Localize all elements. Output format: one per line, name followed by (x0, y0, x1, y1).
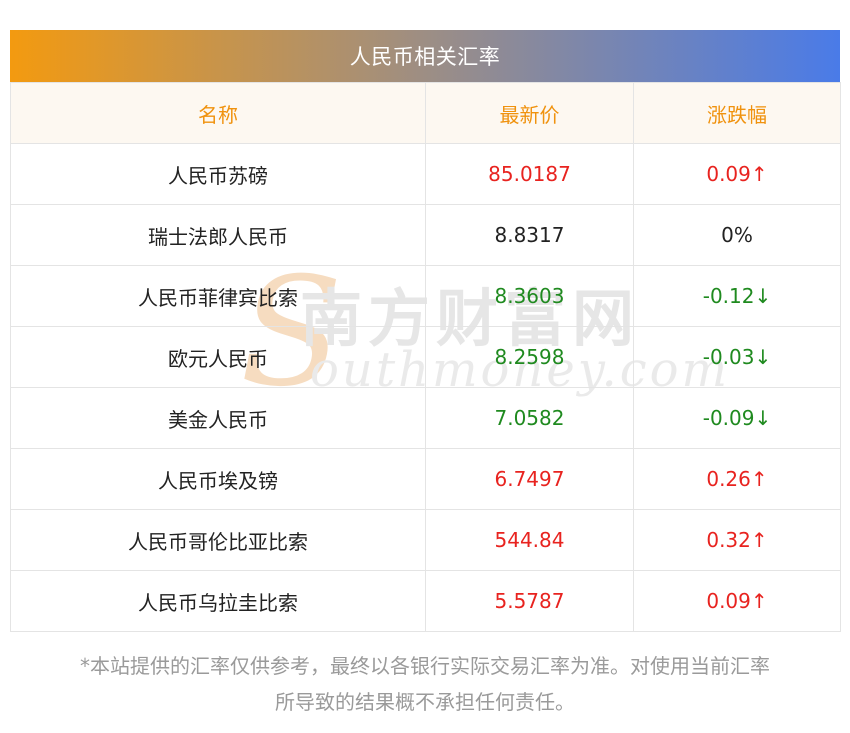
latest-price: 5.5787 (425, 570, 634, 632)
table-row: 人民币埃及镑 6.7497 0.26↑ (10, 448, 841, 510)
latest-price: 6.7497 (425, 448, 634, 510)
column-header-price: 最新价 (425, 82, 634, 144)
table-row: 美金人民币 7.0582 -0.09↓ (10, 387, 841, 449)
disclaimer-line-1: *本站提供的汇率仅供参考，最终以各银行实际交易汇率为准。对使用当前汇率 (80, 654, 770, 678)
change-percent: -0.12↓ (633, 265, 841, 327)
column-header-change: 涨跌幅 (633, 82, 841, 144)
latest-price: 8.8317 (425, 204, 634, 266)
change-percent: 0.32↑ (633, 509, 841, 571)
table-row: 欧元人民币 8.2598 -0.03↓ (10, 326, 841, 388)
change-percent: 0.09↑ (633, 570, 841, 632)
table-title: 人民币相关汇率 (10, 30, 840, 82)
currency-pair-name: 人民币哥伦比亚比索 (10, 509, 426, 571)
currency-pair-name: 瑞士法郎人民币 (10, 204, 426, 266)
change-percent: -0.03↓ (633, 326, 841, 388)
change-percent: -0.09↓ (633, 387, 841, 449)
currency-pair-name: 人民币菲律宾比索 (10, 265, 426, 327)
exchange-rate-table: 名称 最新价 涨跌幅 人民币苏磅 85.0187 0.09↑ 瑞士法郎人民币 8… (10, 82, 841, 632)
table-row: 瑞士法郎人民币 8.8317 0% (10, 204, 841, 266)
latest-price: 85.0187 (425, 143, 634, 205)
table-header-row: 名称 最新价 涨跌幅 (10, 82, 841, 144)
table-row: 人民币哥伦比亚比索 544.84 0.32↑ (10, 509, 841, 571)
currency-pair-name: 人民币埃及镑 (10, 448, 426, 510)
change-percent: 0.26↑ (633, 448, 841, 510)
table-row: 人民币苏磅 85.0187 0.09↑ (10, 143, 841, 205)
currency-pair-name: 美金人民币 (10, 387, 426, 449)
currency-pair-name: 人民币乌拉圭比索 (10, 570, 426, 632)
disclaimer-line-2: 所导致的结果概不承担任何责任。 (275, 690, 575, 714)
latest-price: 544.84 (425, 509, 634, 571)
change-percent: 0.09↑ (633, 143, 841, 205)
column-header-name: 名称 (10, 82, 426, 144)
disclaimer-text: *本站提供的汇率仅供参考，最终以各银行实际交易汇率为准。对使用当前汇率 所导致的… (0, 648, 850, 720)
currency-pair-name: 人民币苏磅 (10, 143, 426, 205)
latest-price: 7.0582 (425, 387, 634, 449)
latest-price: 8.3603 (425, 265, 634, 327)
exchange-rate-card: 人民币相关汇率 名称 最新价 涨跌幅 人民币苏磅 85.0187 0.09↑ 瑞… (10, 30, 841, 632)
currency-pair-name: 欧元人民币 (10, 326, 426, 388)
change-percent: 0% (633, 204, 841, 266)
table-row: 人民币乌拉圭比索 5.5787 0.09↑ (10, 570, 841, 632)
table-row: 人民币菲律宾比索 8.3603 -0.12↓ (10, 265, 841, 327)
latest-price: 8.2598 (425, 326, 634, 388)
